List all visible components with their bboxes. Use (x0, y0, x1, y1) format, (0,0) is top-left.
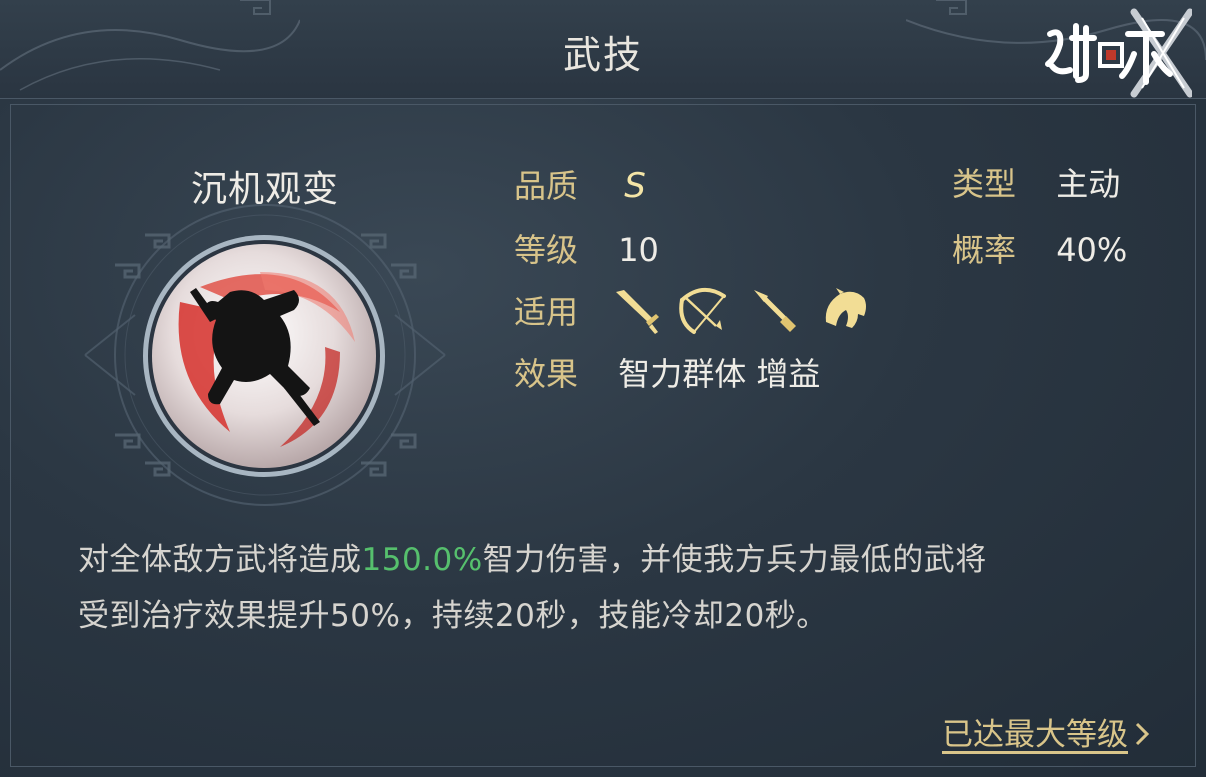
skill-emblem-icon (143, 235, 385, 477)
applicable-label: 适用 (514, 293, 579, 331)
description-part1: 对全体敌方武将造成 (78, 542, 362, 578)
max-level-link[interactable]: 已达最大等级 (942, 709, 1150, 754)
type-row: 类型 主动 (952, 164, 1120, 204)
max-level-text: 已达最大等级 (942, 717, 1128, 753)
chevron-right-icon (1135, 722, 1150, 746)
chance-label: 概率 (952, 231, 1017, 269)
description-highlight: 150.0% (361, 542, 483, 578)
level-value: 10 (618, 231, 659, 269)
horse-icon (825, 288, 866, 328)
sword-icon (616, 290, 659, 334)
effect-value: 智力群体 增益 (618, 355, 821, 393)
page-title: 武技 (562, 33, 643, 77)
quality-row: 品质 S (514, 166, 646, 206)
chance-row: 概率 40% (952, 230, 1127, 270)
quality-value: S (624, 166, 646, 206)
bow-icon (679, 288, 726, 334)
skill-description: 对全体敌方武将造成150.0%智力伤害，并使我方兵力最低的武将 受到治疗效果提升… (78, 532, 1138, 644)
type-label: 类型 (952, 165, 1017, 203)
effect-row: 效果 智力群体 增益 (514, 354, 820, 394)
level-label: 等级 (514, 231, 579, 269)
type-value: 主动 (1056, 165, 1121, 203)
applicable-troop-icons (610, 286, 890, 336)
skill-detail-panel: 武技 沉机观变 品质 S 类型 主动 等级 10 概率 40% 适用 效果 智力… (0, 0, 1206, 777)
header-bar: 武技 (0, 0, 1206, 99)
game-logo-icon (1045, 8, 1192, 98)
level-row: 等级 10 (514, 230, 659, 270)
description-line-2: 受到治疗效果提升50%，持续20秒，技能冷却20秒。 (78, 598, 828, 634)
quality-label: 品质 (514, 167, 579, 205)
chance-value: 40% (1056, 231, 1128, 269)
description-line-1: 对全体敌方武将造成150.0%智力伤害，并使我方兵力最低的武将 (78, 532, 1138, 588)
spear-icon (754, 290, 796, 332)
applicable-row: 适用 (514, 292, 578, 332)
description-part2: 智力伤害，并使我方兵力最低的武将 (482, 542, 987, 578)
effect-label: 效果 (514, 355, 579, 393)
